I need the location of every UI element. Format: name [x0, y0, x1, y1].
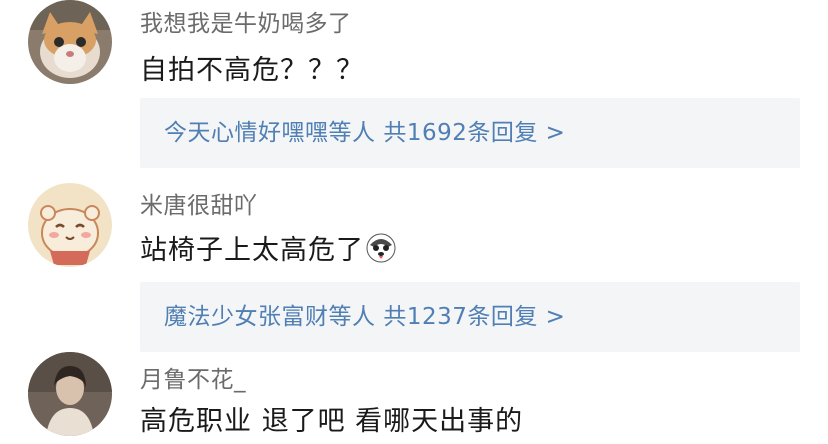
replies-summary: 魔法少女张富财等人 共1237条回复 >: [164, 282, 565, 352]
chevron-right-icon: >: [545, 304, 566, 330]
reply-users: 今天心情好嘿嘿等人: [164, 120, 376, 146]
replies-summary: 今天心情好嘿嘿等人 共1692条回复 >: [164, 98, 565, 168]
cartoon-hamster-avatar-icon: [28, 183, 112, 267]
cat-photo-avatar-icon: [28, 0, 112, 84]
comment-username[interactable]: 我想我是牛奶喝多了: [140, 4, 352, 38]
reply-count: 共1692条回复: [383, 120, 538, 146]
view-replies-button[interactable]: 魔法少女张富财等人 共1237条回复 >: [140, 282, 800, 352]
husky-emoji-icon: [366, 233, 396, 263]
comment-username[interactable]: 月鲁不花_: [140, 360, 246, 394]
chevron-right-icon: >: [545, 120, 566, 146]
comment-text: 高危职业 退了吧 看哪天出事的: [140, 406, 524, 437]
reply-users: 魔法少女张富财等人: [164, 304, 376, 330]
person-photo-avatar-icon: [28, 352, 112, 436]
reply-count: 共1237条回复: [383, 304, 538, 330]
avatar[interactable]: [28, 352, 112, 436]
view-replies-button[interactable]: 今天心情好嘿嘿等人 共1692条回复 >: [140, 98, 800, 168]
avatar[interactable]: [28, 183, 112, 267]
comment-username[interactable]: 米唐很甜吖: [140, 186, 258, 220]
comment-text-body: 站椅子上太高危了: [140, 235, 364, 266]
comment-text: 站椅子上太高危了: [140, 228, 396, 267]
comment-text: 自拍不高危？？？: [140, 55, 364, 86]
avatar[interactable]: [28, 0, 112, 84]
